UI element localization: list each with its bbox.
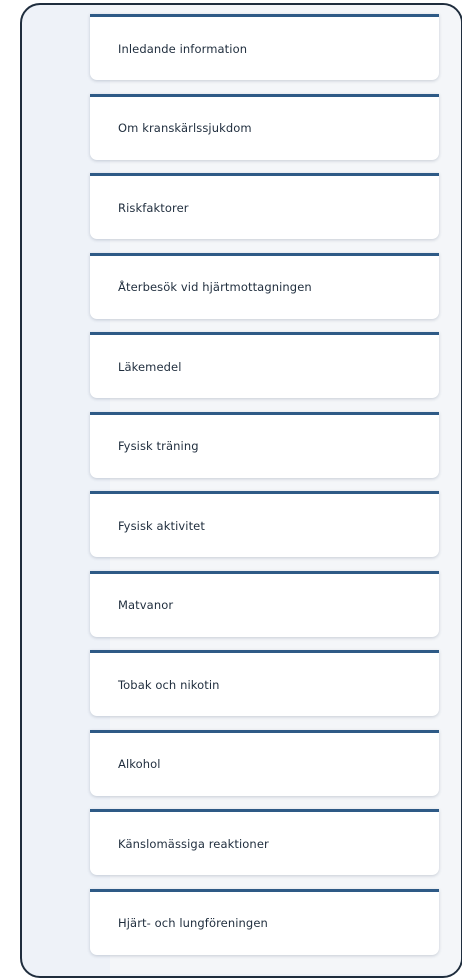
menu-item-label: Läkemedel (118, 359, 182, 374)
menu-item-label: Matvanor (118, 598, 174, 612)
menu-item-label: Tobak och nikotin (118, 677, 220, 692)
menu-item-om-kranskarlssjukdom[interactable]: Om kranskärlssjukdom (90, 93, 439, 160)
menu-item-label: Återbesök vid hjärtmottagningen (118, 280, 312, 294)
menu-item-lakemedel[interactable]: Läkemedel (90, 332, 439, 398)
menu-item-label: Hjärt- och lungföreningen (118, 916, 268, 930)
menu-item-label: Fysisk aktivitet (118, 518, 205, 533)
menu-item-label: Riskfaktorer (118, 200, 189, 215)
menu-item-label: Känslomässiga reaktioner (118, 836, 269, 851)
menu-item-label: Inledande information (118, 41, 248, 56)
menu-item-alkohol[interactable]: Alkohol (90, 729, 439, 796)
menu-item-hjart-och-lungforeningen[interactable]: Hjärt- och lungföreningen (90, 888, 439, 955)
menu-item-label: Fysisk träning (118, 439, 199, 453)
menu-item-tobak-och-nikotin[interactable]: Tobak och nikotin (90, 650, 439, 716)
topic-menu-list: Inledande information Om kranskärlssjukd… (90, 14, 439, 968)
menu-item-kanslomassiga-reaktioner[interactable]: Känslomässiga reaktioner (90, 809, 439, 875)
menu-item-fysisk-traning[interactable]: Fysisk träning (90, 411, 439, 478)
menu-item-fysisk-aktivitet[interactable]: Fysisk aktivitet (90, 491, 439, 557)
menu-item-aterbesok[interactable]: Återbesök vid hjärtmottagningen (90, 252, 439, 319)
menu-item-label: Om kranskärlssjukdom (118, 121, 252, 135)
menu-item-inledande-information[interactable]: Inledande information (90, 14, 439, 80)
menu-item-label: Alkohol (118, 757, 161, 771)
menu-item-riskfaktorer[interactable]: Riskfaktorer (90, 173, 439, 239)
menu-item-matvanor[interactable]: Matvanor (90, 570, 439, 637)
